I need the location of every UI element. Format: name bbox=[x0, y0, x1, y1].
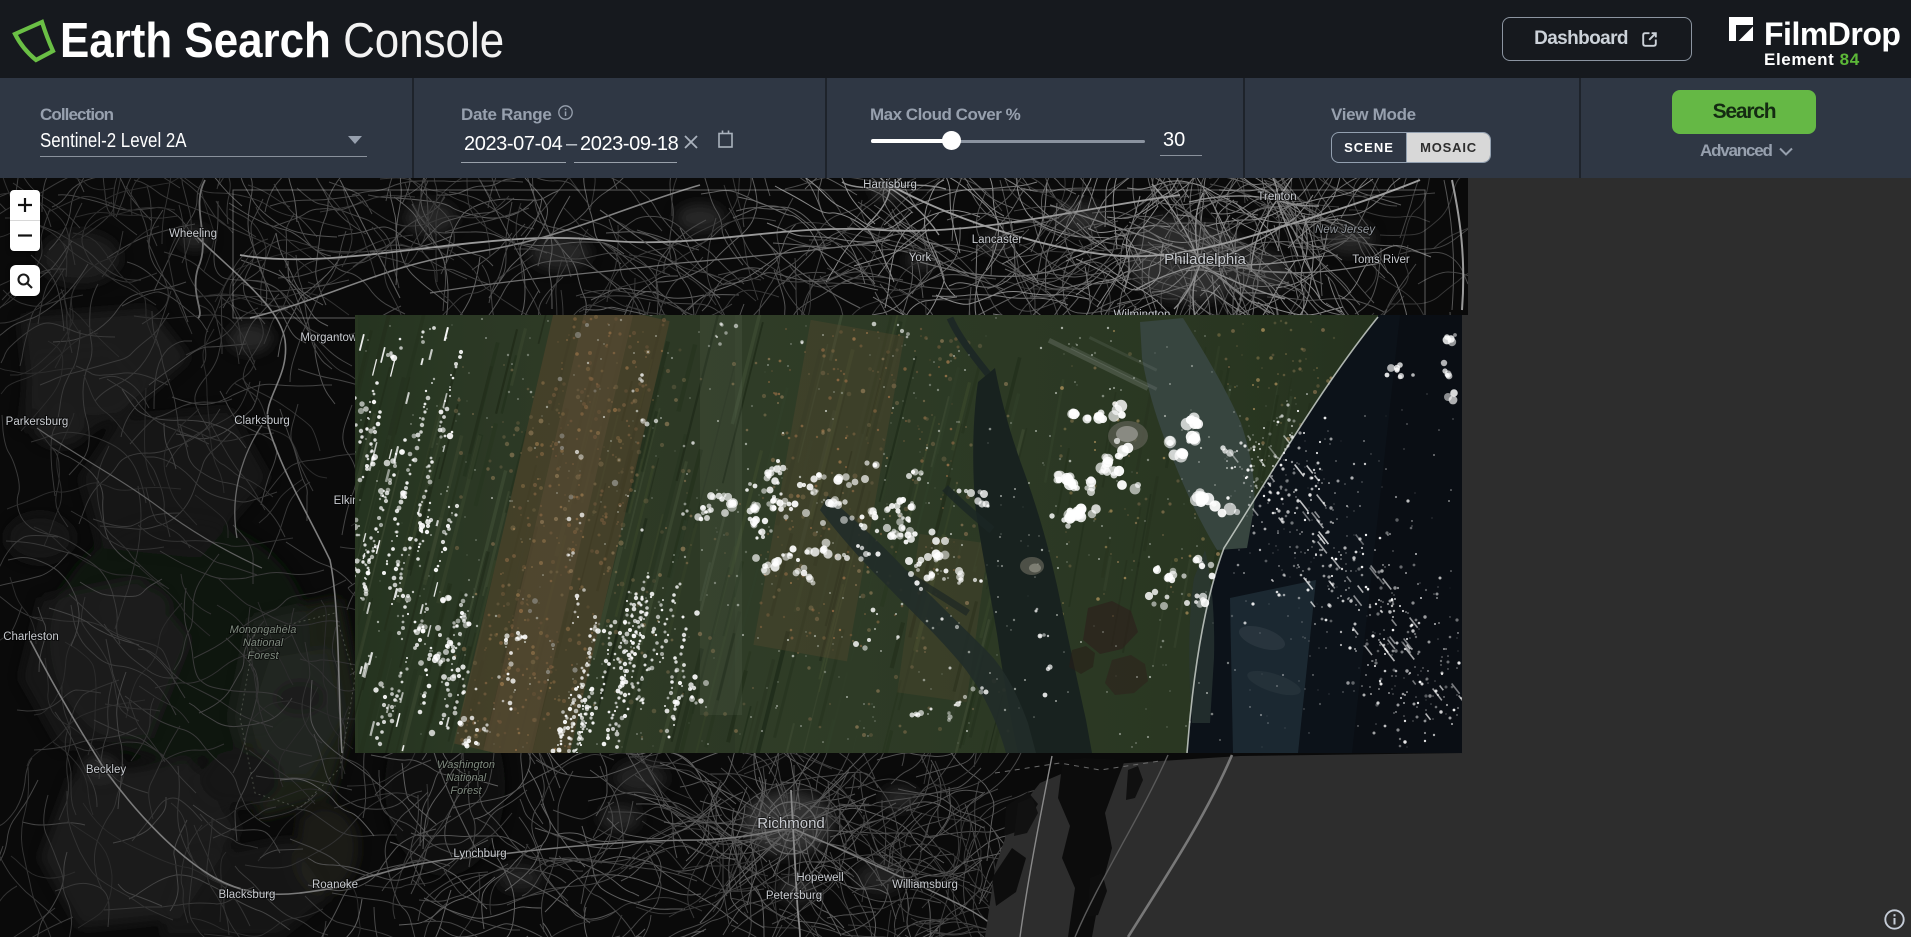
svg-text:Richmond: Richmond bbox=[757, 815, 825, 832]
svg-text:Charleston: Charleston bbox=[3, 631, 59, 643]
svg-text:Philadelphia: Philadelphia bbox=[1164, 251, 1246, 268]
svg-text:Roanoke: Roanoke bbox=[312, 879, 358, 891]
svg-text:Parkersburg: Parkersburg bbox=[6, 416, 69, 428]
svg-text:Trenton: Trenton bbox=[1257, 191, 1296, 203]
svg-text:New Jersey: New Jersey bbox=[1315, 224, 1376, 236]
svg-text:Wheeling: Wheeling bbox=[169, 228, 217, 240]
svg-text:York: York bbox=[909, 252, 932, 264]
svg-text:Toms River: Toms River bbox=[1352, 254, 1410, 266]
svg-text:Blacksburg: Blacksburg bbox=[219, 889, 276, 901]
svg-text:Morgantown: Morgantown bbox=[300, 332, 363, 344]
svg-text:Lancaster: Lancaster bbox=[972, 234, 1023, 246]
svg-text:Harrisburg: Harrisburg bbox=[863, 179, 917, 191]
svg-text:Williamsburg: Williamsburg bbox=[892, 879, 958, 891]
svg-text:Petersburg: Petersburg bbox=[766, 890, 822, 902]
svg-text:Hopewell: Hopewell bbox=[796, 872, 843, 884]
svg-text:Clarksburg: Clarksburg bbox=[234, 415, 290, 427]
svg-text:Beckley: Beckley bbox=[86, 764, 127, 776]
svg-text:Lynchburg: Lynchburg bbox=[453, 848, 506, 860]
